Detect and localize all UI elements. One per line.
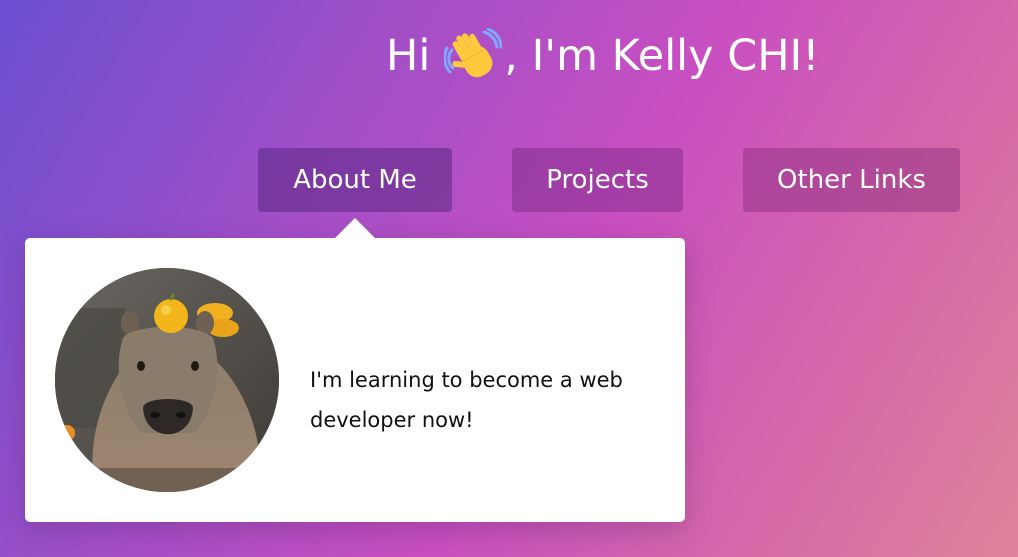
- greeting-prefix: Hi: [386, 31, 431, 81]
- about-me-bio: I'm learning to become a web developer n…: [310, 368, 623, 432]
- popover-arrow: [335, 218, 375, 238]
- capybara-avatar: [55, 268, 279, 492]
- about-me-popover: I'm learning to become a web developer n…: [25, 218, 685, 522]
- projects-button[interactable]: Projects: [512, 148, 683, 212]
- avatar: [55, 268, 279, 492]
- page-title: Hi , I'm Kelly CHI!: [386, 27, 820, 84]
- greeting-suffix: , I'm Kelly CHI!: [504, 31, 820, 81]
- about-me-button[interactable]: About Me: [258, 148, 452, 212]
- waving-hand-icon: [443, 27, 503, 84]
- other-links-button[interactable]: Other Links: [743, 148, 960, 212]
